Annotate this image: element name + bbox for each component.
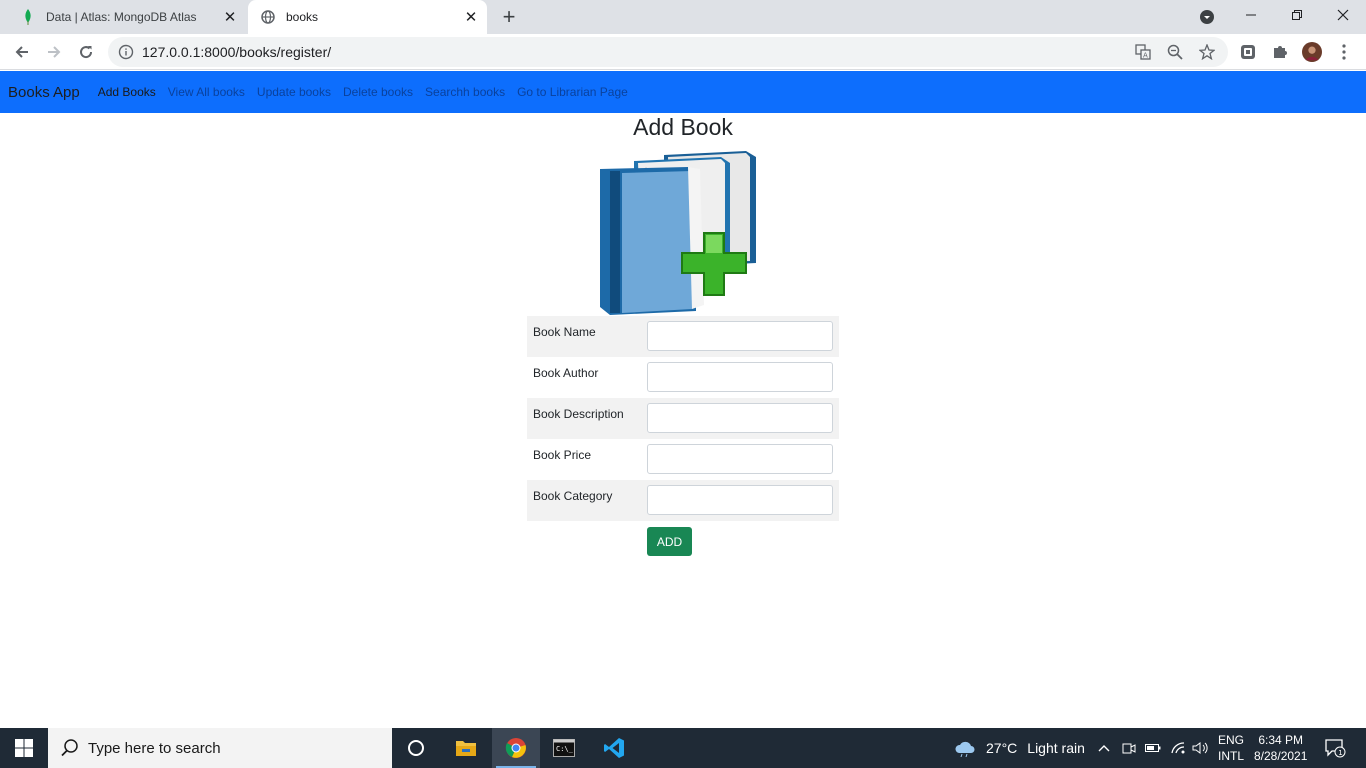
form-row-book-author: Book Author [527, 357, 839, 398]
restore-window-button[interactable] [1274, 0, 1320, 30]
close-tab-icon[interactable]: ✕ [220, 7, 240, 27]
mongodb-leaf-icon [20, 9, 36, 25]
language-line2: INTL [1218, 749, 1245, 763]
address-bar[interactable]: 127.0.0.1:8000/books/register/ A [108, 37, 1228, 67]
terminal-icon[interactable]: C:\_ [540, 728, 588, 768]
navbar-brand[interactable]: Books App [8, 84, 80, 101]
form-row-book-price: Book Price [527, 439, 839, 480]
chrome-taskbar-icon[interactable] [492, 728, 540, 768]
weather-temp: 27°C [986, 740, 1018, 756]
notification-center-icon[interactable]: 1 [1324, 728, 1346, 768]
nav-add-books[interactable]: Add Books [98, 85, 156, 99]
form-row-book-description: Book Description [527, 398, 839, 439]
browser-tab-mongodb[interactable]: Data | Atlas: MongoDB Atlas ✕ [8, 0, 246, 34]
profile-avatar[interactable] [1302, 42, 1322, 62]
taskbar-search-placeholder: Type here to search [88, 739, 221, 757]
books-with-plus-icon [596, 145, 772, 319]
vscode-icon[interactable] [590, 728, 638, 768]
forward-button[interactable] [40, 38, 68, 66]
add-book-form: Book Name Book Author Book Description B… [527, 316, 839, 521]
windows-taskbar: Type here to search C:\_ 27°C Light rain… [0, 728, 1366, 768]
search-icon [61, 739, 78, 757]
wifi-icon[interactable] [1170, 728, 1186, 768]
zoom-icon[interactable] [1167, 44, 1183, 60]
menu-kebab-icon[interactable] [1334, 42, 1354, 62]
weather-widget[interactable]: 27°C Light rain [954, 728, 1085, 768]
language-indicator[interactable]: ENG INTL [1218, 728, 1244, 768]
new-tab-button[interactable]: + [498, 4, 520, 29]
book-description-label: Book Description [533, 407, 624, 421]
book-price-input[interactable] [647, 444, 833, 474]
reload-button[interactable] [72, 38, 100, 66]
svg-text:C:\_: C:\_ [556, 745, 574, 753]
site-info-icon[interactable] [118, 44, 134, 60]
tab-title: Data | Atlas: MongoDB Atlas [46, 10, 197, 24]
app-navbar: Books App Add Books View All books Updat… [0, 71, 1366, 113]
nav-view-all-books[interactable]: View All books [168, 85, 245, 99]
browser-tab-strip: Data | Atlas: MongoDB Atlas ✕ books ✕ + [0, 0, 1366, 34]
tab-search-icon[interactable] [1198, 8, 1216, 26]
clock-time: 6:34 PM [1258, 733, 1304, 747]
volume-icon[interactable] [1192, 728, 1210, 768]
close-tab-icon[interactable]: ✕ [461, 7, 481, 27]
add-button[interactable]: ADD [647, 527, 692, 556]
nav-librarian-page[interactable]: Go to Librarian Page [517, 85, 628, 99]
puzzle-extensions-icon[interactable] [1270, 42, 1290, 62]
battery-icon[interactable] [1145, 728, 1161, 768]
book-price-label: Book Price [533, 448, 592, 462]
clock-date: 8/28/2021 [1254, 749, 1308, 763]
meet-now-icon[interactable] [1122, 728, 1136, 768]
extension-icon[interactable] [1238, 42, 1258, 62]
nav-delete-books[interactable]: Delete books [343, 85, 413, 99]
globe-icon [260, 9, 276, 25]
nav-update-books[interactable]: Update books [257, 85, 331, 99]
language-line1: ENG [1218, 733, 1245, 747]
taskbar-search-box[interactable]: Type here to search [48, 728, 392, 768]
file-explorer-icon[interactable] [442, 728, 490, 768]
book-category-input[interactable] [647, 485, 833, 515]
page-title: Add Book [633, 114, 733, 140]
show-hidden-icons[interactable] [1098, 728, 1110, 768]
svg-text:A: A [1143, 52, 1148, 60]
windows-start-icon[interactable] [0, 728, 48, 768]
bookmark-star-icon[interactable] [1198, 43, 1216, 61]
cortana-icon[interactable] [392, 728, 440, 768]
minimize-window-button[interactable] [1228, 0, 1274, 30]
book-name-label: Book Name [533, 325, 596, 339]
book-author-label: Book Author [533, 366, 599, 380]
book-description-input[interactable] [647, 403, 833, 433]
book-category-label: Book Category [533, 489, 613, 503]
close-window-button[interactable] [1320, 0, 1366, 30]
clock[interactable]: 6:34 PM 8/28/2021 [1254, 728, 1307, 768]
form-row-book-name: Book Name [527, 316, 839, 357]
back-button[interactable] [8, 38, 36, 66]
notification-count: 1 [1338, 749, 1342, 757]
tab-title: books [286, 10, 319, 24]
browser-tab-books[interactable]: books ✕ [248, 0, 487, 34]
nav-search-books[interactable]: Searchh books [425, 85, 505, 99]
form-row-book-category: Book Category [527, 480, 839, 521]
url-text[interactable]: 127.0.0.1:8000/books/register/ [142, 44, 331, 60]
weather-cloud-icon [955, 741, 975, 757]
translate-icon[interactable]: A [1135, 44, 1151, 60]
book-name-input[interactable] [647, 321, 833, 351]
weather-text: Light rain [1027, 740, 1085, 756]
browser-toolbar: 127.0.0.1:8000/books/register/ A [0, 34, 1366, 70]
book-author-input[interactable] [647, 362, 833, 392]
